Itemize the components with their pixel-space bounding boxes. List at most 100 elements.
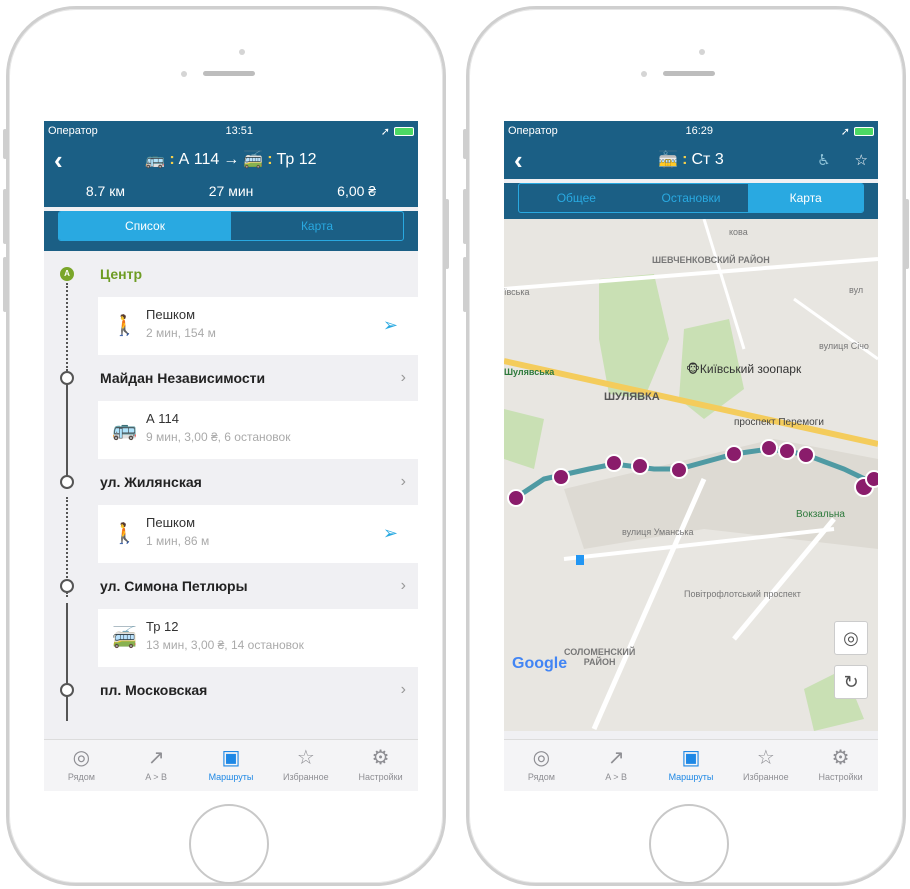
location-pin-icon: ◎ [532,747,551,769]
start-point[interactable]: A Центр [44,251,418,297]
favorite-star-button[interactable]: ☆ [855,151,868,169]
walk-step[interactable]: 🚶 Пешком 2 мин, 154 м ➢ [98,297,418,355]
stop-marker-icon[interactable] [760,439,778,457]
mute-switch [3,129,7,159]
tabbar-nearby[interactable]: ◎ Рядом [504,740,579,791]
tabbar-a-to-b[interactable]: ↗ A > B [119,740,194,791]
power-button [445,199,449,269]
stop-marker-icon[interactable] [631,457,649,475]
screen-route-list: Оператор 13:51 ➚ ‹ 🚌 : А 114 → 🚎 : Тр 12… [44,121,418,791]
start-marker-icon: A [60,267,74,281]
tabbar-routes[interactable]: ▣ Маршруты [194,740,269,791]
tabbar-favorites[interactable]: ☆ Избранное [268,740,343,791]
stop-marker-icon[interactable] [725,445,743,463]
chevron-right-icon: › [400,369,406,386]
stop-row[interactable]: ул. Симона Петлюры › [44,563,418,609]
street-label: вулиця Січо [819,341,869,351]
front-camera [239,49,245,55]
tabbar-nearby[interactable]: ◎ Рядом [44,740,119,791]
bus-step[interactable]: 🚌 А 114 9 мин, 3,00 ₴, 6 остановок [98,401,418,459]
duration-value: 27 мин [208,183,254,199]
walk-step[interactable]: 🚶 Пешком 1 мин, 86 м ➢ [98,505,418,563]
stop-marker-icon[interactable] [778,442,796,460]
price-value: 6,00 ₴ [337,183,377,199]
neighborhood-label: ШУЛЯВКА [604,391,660,403]
stop-name: Майдан Независимости [100,370,266,386]
pedestrian-icon: 🚶 [112,315,137,337]
route-map[interactable]: ШЕВЧЕНКОВСКИЙ РАЙОН кова ївська вул вули… [504,219,878,731]
tab-bar: ◎ Рядом ↗ A > B ▣ Маршруты ☆ Избранное ⚙ Наст… [504,739,878,791]
navigate-icon[interactable]: ➢ [383,523,398,544]
stop-row[interactable]: Майдан Независимости › [44,355,418,401]
battery-icon [854,126,874,136]
title-from: А 114 [178,151,220,168]
navigate-icon[interactable]: ➢ [383,315,398,336]
tabbar-favorites[interactable]: ☆ Избранное [728,740,803,791]
bus-icon: ▣ [221,747,241,769]
metro-station-label: Вокзальна [796,509,845,520]
step-detail: 2 мин, 154 м [146,326,216,340]
tab-map[interactable]: Карта [748,184,863,212]
status-time: 16:29 [685,125,714,137]
street-label: ївська [504,287,530,297]
refresh-button[interactable]: ↻ [834,665,868,699]
stop-marker-icon [60,475,74,489]
stop-row[interactable]: ул. Жилянская › [44,459,418,505]
tram-icon: 🚋 [658,152,679,169]
route-stats: 8.7 км 27 мин 6,00 ₴ [44,179,418,207]
bus-icon: 🚌 [145,152,166,169]
home-button[interactable] [189,804,269,884]
route-icon: ↗ [147,747,165,769]
park-area [599,274,669,399]
chevron-right-icon: › [400,681,406,698]
tab-map[interactable]: Карта [231,212,403,240]
tabbar-a-to-b[interactable]: ↗ A > B [579,740,654,791]
arrow-icon: → [223,151,240,168]
status-bar: Оператор 13:51 ➚ [44,121,418,141]
tab-general[interactable]: Общее [519,184,634,212]
volume-down-button [3,257,7,312]
start-point-name: Центр [100,266,143,282]
back-button[interactable]: ‹ [514,147,523,173]
stop-row[interactable]: пл. Московская › [44,667,418,713]
title-route: Ст 3 [691,151,724,168]
tab-list[interactable]: Список [59,212,231,240]
tabbar-settings[interactable]: ⚙ Настройки [803,740,878,791]
location-icon: ➚ [840,125,850,138]
stop-marker-icon[interactable] [507,489,525,507]
phone-right: Оператор 16:29 ➚ ‹ 🚋 : Ст 3 ♿ ☆ Общее Ос… [463,6,909,886]
street-label: проспект Перемоги [734,417,824,428]
power-button [905,199,909,269]
compass-button[interactable]: ◎ [834,621,868,655]
tabbar-settings[interactable]: ⚙ Настройки [343,740,418,791]
step-detail: 13 мин, 3,00 ₴, 14 остановок [146,638,304,652]
view-segmented-control: Общее Остановки Карта [518,183,864,213]
route-header: ‹ 🚋 : Ст 3 ♿ ☆ [504,141,878,179]
back-button[interactable]: ‹ [54,147,63,173]
earpiece-speaker [663,71,715,76]
tabbar-routes[interactable]: ▣ Маршруты [654,740,729,791]
chevron-right-icon: › [400,473,406,490]
tab-stops[interactable]: Остановки [634,184,749,212]
carrier-label: Оператор [508,125,558,137]
trolleybus-step[interactable]: 🚎 Тр 12 13 мин, 3,00 ₴, 14 остановок [98,609,418,667]
chevron-right-icon: › [400,577,406,594]
trolleybus-icon: 🚎 [112,627,137,649]
view-segmented-control: Список Карта [58,211,404,241]
earpiece-speaker [203,71,255,76]
street-label: Повітрофлотський проспект [684,589,801,599]
location-pin-icon: ◎ [72,747,91,769]
home-button[interactable] [649,804,729,884]
phone-left: Оператор 13:51 ➚ ‹ 🚌 : А 114 → 🚎 : Тр 12… [3,6,449,886]
step-title: А 114 [146,411,180,426]
title-to: Тр 12 [276,151,317,168]
stop-marker-icon[interactable] [797,446,815,464]
street-label: кова [729,227,748,237]
park-area [504,409,544,469]
volume-down-button [463,257,467,312]
stop-marker-icon[interactable] [552,468,570,486]
stop-marker-icon[interactable] [605,454,623,472]
stop-marker-icon[interactable] [670,461,688,479]
stop-marker-icon [60,371,74,385]
stop-marker-icon[interactable] [865,470,878,488]
